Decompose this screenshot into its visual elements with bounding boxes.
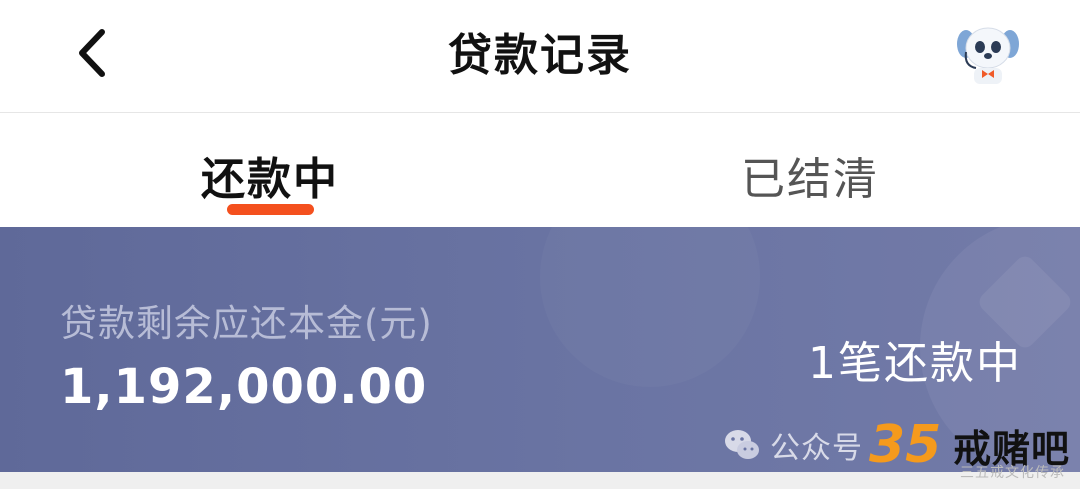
chevron-left-icon xyxy=(79,29,105,77)
watermark-tagline: 三五戒文化传承 xyxy=(960,465,1065,481)
tab-bar: 还款中 已结清 xyxy=(0,113,1080,227)
robot-dog-assistant-icon xyxy=(957,27,1019,84)
tab-repaying[interactable]: 还款中 xyxy=(0,113,540,227)
tab-repaying-label: 还款中 xyxy=(201,154,339,205)
watermark-badge-number: 35 xyxy=(869,415,942,475)
app-header: 贷款记录 xyxy=(0,0,1080,113)
wechat-icon xyxy=(725,430,759,459)
watermark-prefix: 公众号 xyxy=(770,431,863,466)
tab-settled-label: 已结清 xyxy=(741,154,879,205)
loans-in-repayment-count[interactable]: 1笔还款中 xyxy=(808,327,1022,391)
tab-settled[interactable]: 已结清 xyxy=(540,113,1080,227)
remaining-principal-label: 贷款剩余应还本金(元) xyxy=(60,302,433,345)
background-decoration xyxy=(540,227,760,387)
assistant-button[interactable] xyxy=(952,22,1024,86)
active-tab-indicator xyxy=(227,204,314,215)
watermark-badge-logo: 35 xyxy=(869,415,949,475)
back-button[interactable] xyxy=(62,22,122,84)
remaining-principal-amount: 1,192,000.00 xyxy=(60,359,428,415)
page-title: 贷款记录 xyxy=(448,30,632,81)
